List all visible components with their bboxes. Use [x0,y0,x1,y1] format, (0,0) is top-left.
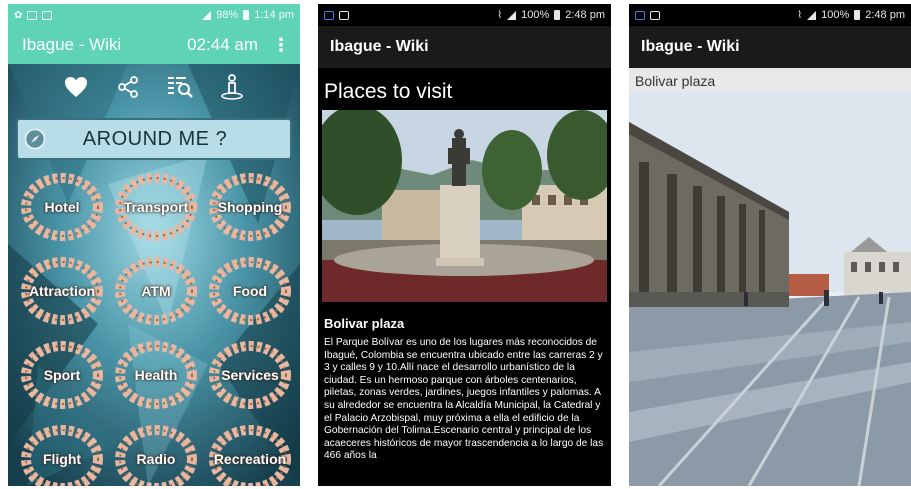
heart-icon[interactable] [62,73,90,101]
signal-icon [202,10,212,20]
page-title: Places to visit [324,80,453,103]
category-label: Recreation [213,451,287,467]
search-list-icon[interactable] [166,73,194,101]
category-label: Services [221,367,279,383]
place-description: El Parque Bolívar es uno de los lugares … [324,337,604,462]
compass-icon [24,128,46,150]
notification-icon [27,10,38,20]
category-label: Food [232,283,268,299]
photo-caption: Bolivar plaza [629,68,911,92]
places-screen: ⌇ 100% 2:48 pm Ibague - Wiki Places to v… [318,4,611,486]
battery-icon [243,10,250,20]
info-person-icon[interactable] [218,73,246,101]
home-content: AROUND ME ? Hotel Transport Shopping Att… [8,64,300,486]
category-services[interactable]: Services [208,338,292,412]
signal-icon [507,10,517,20]
battery-icon [854,10,861,20]
signal-icon [807,10,817,20]
category-radio[interactable]: Radio [114,422,198,486]
share-icon[interactable] [114,73,142,101]
overflow-menu-icon[interactable]: ⋮ [272,35,290,56]
notification-icon [339,10,349,20]
category-recreation[interactable]: Recreation [208,422,292,486]
notification-icon [324,10,334,20]
notification-icon [42,10,53,20]
category-attraction[interactable]: Attraction [20,254,104,328]
battery-icon [554,10,561,20]
category-sport[interactable]: Sport [20,338,104,412]
status-bar: ⌇ 100% 2:48 pm [318,4,611,26]
category-label: Transport [123,199,189,215]
notification-icon [635,10,645,20]
photo-detail-screen: ⌇ 100% 2:48 pm Ibague - Wiki Bolivar pla… [629,4,911,486]
wifi-icon: ⌇ [797,9,803,21]
app-bar: Ibague - Wiki 02:44 am ⋮ [8,26,300,64]
plaza-wide-photo[interactable] [629,92,911,486]
battery-percent: 100% [821,9,850,21]
category-label: Shopping [217,199,283,215]
category-label: Attraction [28,283,96,299]
category-label: Health [134,367,178,383]
status-time: 2:48 pm [565,9,605,21]
around-me-label: AROUND ME ? [82,127,228,150]
category-label: Sport [43,367,81,383]
status-time: 2:48 pm [865,9,905,21]
notification-icon [650,10,660,20]
status-bar: ✿ 98% 1:14 pm [8,4,300,26]
status-bar: ⌇ 100% 2:48 pm [629,4,911,26]
category-label: Flight [42,451,82,467]
status-time: 1:14 pm [254,9,294,21]
category-label: ATM [141,283,171,299]
category-health[interactable]: Health [114,338,198,412]
app-bar: Ibague - Wiki [629,26,911,68]
plaza-photo[interactable] [322,110,607,302]
action-icon-row [8,72,300,102]
category-label: Hotel [44,199,80,215]
category-transport[interactable]: Transport [114,170,198,244]
wifi-icon: ⌇ [497,9,503,21]
home-screen: ✿ 98% 1:14 pm Ibague - Wiki 02:44 am ⋮ A… [8,4,300,486]
notification-icon: ✿ [14,9,23,21]
category-label: Radio [136,451,176,467]
around-me-button[interactable]: AROUND ME ? [16,118,292,160]
app-title: Ibague - Wiki [330,38,429,55]
battery-percent: 100% [521,9,550,21]
place-name: Bolivar plaza [324,316,405,331]
category-food[interactable]: Food [208,254,292,328]
category-flight[interactable]: Flight [20,422,104,486]
battery-percent: 98% [216,9,239,21]
app-title: Ibague - Wiki [641,38,740,55]
app-bar: Ibague - Wiki [318,26,611,68]
clock-display: 02:44 am [187,35,258,54]
category-shopping[interactable]: Shopping [208,170,292,244]
category-atm[interactable]: ATM [114,254,198,328]
app-title: Ibague - Wiki [22,35,122,54]
category-hotel[interactable]: Hotel [20,170,104,244]
